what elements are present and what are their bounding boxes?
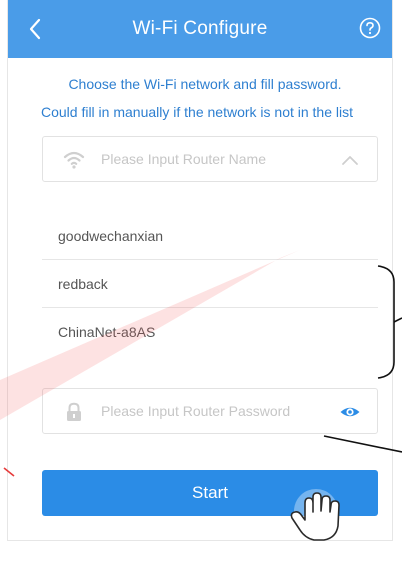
title-bar: Wi-Fi Configure bbox=[8, 0, 392, 58]
wifi-icon bbox=[63, 149, 85, 171]
router-name-input[interactable]: Please Input Router Name bbox=[101, 151, 266, 167]
instruction-line-2: Could fill in manually if the network is… bbox=[40, 104, 354, 120]
eye-icon[interactable] bbox=[339, 401, 361, 423]
router-name-field[interactable]: Please Input Router Name bbox=[42, 136, 378, 182]
chevron-up-icon[interactable] bbox=[339, 149, 361, 171]
network-list: goodwechanxian redback ChinaNet-a8AS bbox=[42, 212, 378, 356]
phone-screen: Wi-Fi Configure Choose the Wi-Fi network… bbox=[8, 0, 392, 540]
router-password-field[interactable]: Please Input Router Password bbox=[42, 388, 378, 434]
network-item[interactable]: redback bbox=[42, 260, 378, 308]
network-item[interactable]: ChinaNet-a8AS bbox=[42, 308, 378, 356]
lock-icon bbox=[63, 401, 85, 423]
bracket-pointer-line bbox=[393, 317, 402, 323]
router-password-input[interactable]: Please Input Router Password bbox=[101, 403, 290, 419]
page-title: Wi-Fi Configure bbox=[132, 18, 268, 39]
question-circle-icon[interactable] bbox=[356, 14, 384, 42]
instruction-line-1: Choose the Wi-Fi network and fill passwo… bbox=[68, 76, 342, 92]
stage: Wi-Fi Configure Choose the Wi-Fi network… bbox=[0, 0, 402, 563]
start-button[interactable]: Start bbox=[42, 470, 378, 516]
network-item[interactable]: goodwechanxian bbox=[42, 212, 378, 260]
